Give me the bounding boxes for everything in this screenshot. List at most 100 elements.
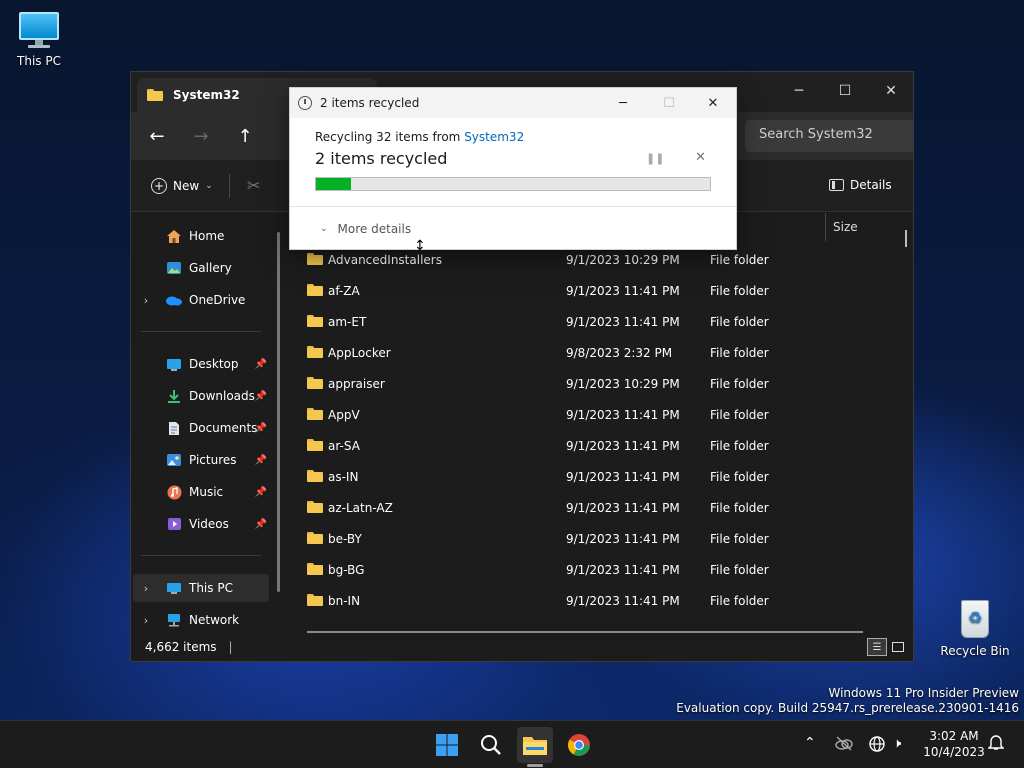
column-header-size[interactable]: Size — [833, 213, 858, 241]
sidebar-item-home[interactable]: Home — [133, 222, 269, 250]
sidebar-item-videos[interactable]: Videos 📌 — [133, 510, 269, 538]
taskbar-file-explorer[interactable] — [517, 727, 553, 767]
folder-icon — [307, 563, 323, 575]
table-row[interactable]: am-ET 9/1/2023 11:41 PM File folder — [307, 306, 887, 337]
file-name: as-IN — [328, 469, 359, 484]
pin-icon[interactable]: 📌 — [255, 519, 267, 530]
folder-icon — [307, 315, 323, 327]
sidebar-item-onedrive[interactable]: › OneDrive — [133, 286, 269, 314]
minimize-button[interactable]: ─ — [776, 76, 822, 106]
details-view-button[interactable]: ☰ — [867, 638, 887, 656]
chevron-right-icon[interactable]: › — [133, 614, 159, 627]
sidebar-item-label: Videos — [189, 517, 229, 531]
sidebar-item-pictures[interactable]: Pictures 📌 — [133, 446, 269, 474]
table-row[interactable]: af-ZA 9/1/2023 11:41 PM File folder — [307, 275, 887, 306]
music-icon — [165, 484, 183, 500]
search-input[interactable]: Search System32 — [745, 120, 913, 152]
pin-icon[interactable]: 📌 — [255, 391, 267, 402]
watermark-line2: Evaluation copy. Build 25947.rs_prerelea… — [676, 701, 1019, 715]
table-row[interactable]: be-BY 9/1/2023 11:41 PM File folder — [307, 523, 887, 554]
more-details-toggle[interactable]: ⌄ More details — [320, 222, 411, 236]
search-button[interactable] — [473, 727, 509, 763]
pin-icon[interactable]: 📌 — [255, 423, 267, 434]
source-folder-link[interactable]: System32 — [464, 130, 524, 144]
dialog-titlebar: 2 items recycled ─ ☐ ✕ — [290, 88, 736, 118]
file-type: File folder — [710, 345, 769, 360]
file-name: AppV — [328, 407, 360, 422]
taskbar-chrome[interactable] — [561, 727, 597, 763]
pin-icon[interactable]: 📌 — [255, 455, 267, 466]
network-tray-icon[interactable] — [868, 735, 886, 753]
back-button[interactable]: ← — [135, 116, 179, 156]
notifications-button[interactable] — [987, 733, 1006, 753]
sidebar-item-this-pc[interactable]: › This PC — [133, 574, 269, 602]
table-row[interactable]: bn-IN 9/1/2023 11:41 PM File folder — [307, 585, 887, 616]
file-date: 9/1/2023 10:29 PM — [566, 376, 680, 391]
file-list-scrollbar[interactable] — [905, 230, 907, 247]
sidebar-item-downloads[interactable]: Downloads 📌 — [133, 382, 269, 410]
status-bar: 4,662 items | ☰ — [131, 633, 913, 661]
table-row[interactable]: az-Latn-AZ 9/1/2023 11:41 PM File folder — [307, 492, 887, 523]
table-row[interactable]: bg-BG 9/1/2023 11:41 PM File folder — [307, 554, 887, 585]
sidebar-item-gallery[interactable]: Gallery — [133, 254, 269, 282]
close-button[interactable]: ✕ — [868, 76, 914, 106]
pin-icon[interactable]: 📌 — [255, 487, 267, 498]
pause-icon: ❚❚ — [646, 152, 665, 165]
arrow-up-icon: ↑ — [237, 125, 253, 147]
desktop-icon-recycle-bin[interactable]: ♻ Recycle Bin — [935, 596, 1015, 658]
sidebar-item-network[interactable]: › Network — [133, 606, 269, 634]
sidebar-item-label: Documents — [189, 421, 258, 435]
file-name: af-ZA — [328, 283, 360, 298]
sidebar-item-documents[interactable]: Documents 📌 — [133, 414, 269, 442]
sidebar-scrollbar[interactable] — [277, 232, 280, 592]
table-row[interactable]: AppLocker 9/8/2023 2:32 PM File folder — [307, 337, 887, 368]
file-date: 9/1/2023 11:41 PM — [566, 314, 680, 329]
volume-muted-icon[interactable]: 🕨 — [893, 736, 901, 751]
cloud-icon — [165, 292, 183, 308]
show-hidden-icons-button[interactable]: ⌃ — [804, 735, 816, 751]
dialog-minimize-button[interactable]: ─ — [600, 88, 646, 118]
cancel-operation-button[interactable]: ✕ — [695, 150, 706, 165]
pin-icon[interactable]: 📌 — [255, 359, 267, 370]
sidebar-item-label: Gallery — [189, 261, 232, 275]
file-type: File folder — [710, 531, 769, 546]
chevron-right-icon[interactable]: › — [133, 582, 159, 595]
pause-button[interactable]: ❚❚ — [646, 152, 664, 165]
sidebar-item-music[interactable]: Music 📌 — [133, 478, 269, 506]
folder-icon — [147, 89, 163, 101]
file-date: 9/1/2023 11:41 PM — [566, 407, 680, 422]
table-row[interactable]: as-IN 9/1/2023 11:41 PM File folder — [307, 461, 887, 492]
tiles-view-button[interactable] — [889, 638, 907, 656]
table-row[interactable]: AppV 9/1/2023 11:41 PM File folder — [307, 399, 887, 430]
sidebar-item-label: This PC — [189, 581, 233, 595]
up-button[interactable]: ↑ — [223, 116, 267, 156]
new-button[interactable]: + New ⌄ — [151, 178, 213, 194]
file-type: File folder — [710, 252, 769, 267]
chevron-right-icon[interactable]: › — [133, 294, 159, 307]
folder-icon — [307, 501, 323, 513]
desktop-icon-this-pc[interactable]: This PC — [0, 10, 79, 68]
dialog-heading: 2 items recycled — [315, 149, 448, 168]
file-type: File folder — [710, 283, 769, 298]
dialog-close-button[interactable]: ✕ — [690, 88, 736, 118]
sidebar-item-label: Desktop — [189, 357, 239, 371]
start-button[interactable] — [429, 727, 465, 763]
dialog-maximize-button[interactable]: ☐ — [646, 88, 692, 118]
tab-title: System32 — [173, 88, 240, 102]
close-icon: ✕ — [695, 150, 706, 165]
onedrive-tray-icon[interactable] — [834, 735, 854, 751]
table-row[interactable]: appraiser 9/1/2023 10:29 PM File folder — [307, 368, 887, 399]
clock-time: 3:02 AM — [929, 729, 979, 743]
sidebar-item-label: OneDrive — [189, 293, 246, 307]
clock[interactable]: 3:02 AM 10/4/2023 — [920, 728, 988, 760]
details-button[interactable]: Details — [829, 178, 892, 192]
maximize-button[interactable]: ☐ — [822, 76, 868, 106]
folder-icon — [307, 377, 323, 389]
progress-fill — [316, 178, 352, 190]
sidebar-item-desktop[interactable]: Desktop 📌 — [133, 350, 269, 378]
forward-button[interactable]: → — [179, 116, 223, 156]
cut-button[interactable]: ✂ — [247, 176, 260, 195]
file-name: bg-BG — [328, 562, 365, 577]
new-label: New — [173, 179, 200, 193]
table-row[interactable]: ar-SA 9/1/2023 11:41 PM File folder — [307, 430, 887, 461]
